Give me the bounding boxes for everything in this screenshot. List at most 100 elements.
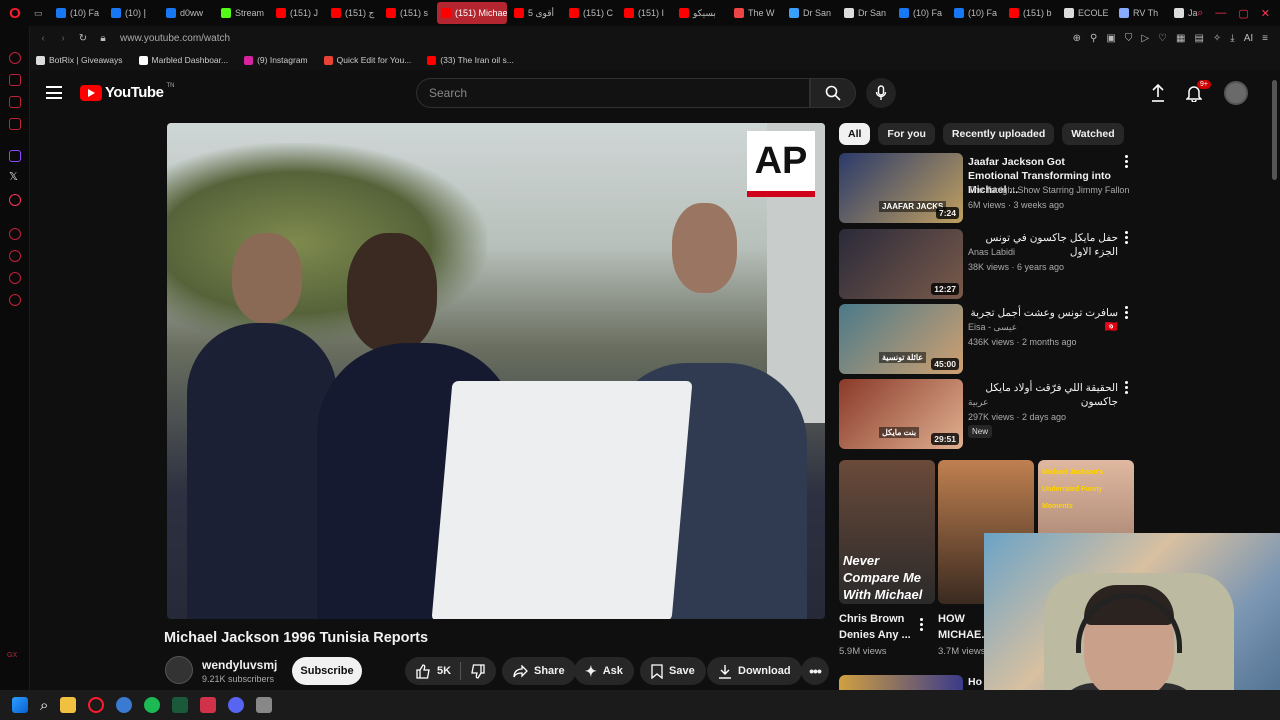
xbox-icon[interactable] (172, 697, 189, 713)
search-tabs-icon[interactable]: ⌕ (1197, 7, 1203, 20)
browser-tab[interactable]: (10) Fa (895, 2, 947, 24)
filter-chip[interactable]: Watched (1062, 123, 1124, 145)
video-player[interactable]: AP (167, 123, 825, 619)
account-avatar[interactable] (1224, 81, 1248, 105)
video-thumbnail[interactable]: JAAFAR JACKS 7:24 (839, 153, 963, 223)
recommended-video[interactable]: عائلة تونسية 45:00 سافرت تونس وعشت أجمل تج… (839, 304, 1134, 374)
channel-name[interactable]: wendyluvsmj (202, 658, 277, 672)
pin-icon[interactable]: ⚲ (1090, 33, 1097, 44)
more-vertical-icon[interactable] (1123, 306, 1129, 319)
channel-name[interactable]: The Tonight Show Starring Jimmy Fallon (968, 185, 1129, 195)
sidebar-gx-icon[interactable]: GX (7, 652, 17, 659)
more-vertical-icon[interactable] (920, 618, 923, 631)
app-icon[interactable] (200, 697, 217, 713)
sidebar-instagram-icon[interactable] (9, 118, 21, 130)
browser-tab[interactable]: (151) ج (327, 2, 379, 24)
spotify-icon[interactable] (144, 697, 161, 713)
search-icon[interactable]: ⌕ (40, 697, 48, 714)
browser-tab[interactable]: (10) Fa (950, 2, 1002, 24)
recommended-video[interactable]: 12:27 حفل مايكل جاكسون في تونس الجزء الاو… (839, 229, 1134, 299)
sidebar-history-icon[interactable] (9, 250, 21, 262)
browser-tab[interactable]: Stream (217, 2, 269, 24)
save-button[interactable]: Save (640, 657, 706, 685)
menu-icon[interactable]: ≡ (1262, 33, 1268, 44)
video-thumbnail[interactable]: عائلة تونسية 45:00 (839, 304, 963, 374)
opera-gx-icon[interactable] (88, 697, 105, 713)
zoom-icon[interactable]: ⊕ (1073, 33, 1081, 44)
browser-tab[interactable]: (151) s (382, 2, 434, 24)
recommended-video[interactable]: بنت مايكل 29:51 الحقيقة اللي فرّقت أولاد م… (839, 379, 1134, 449)
filter-chip[interactable]: For you (878, 123, 935, 145)
browser-tab[interactable]: Dr San (785, 2, 837, 24)
browser-tab[interactable]: إ (10) (107, 2, 159, 24)
thumbs-down-icon[interactable] (470, 663, 485, 679)
browser-tab[interactable]: RV Th (1115, 2, 1167, 24)
reload-icon[interactable]: ↻ (76, 33, 90, 44)
browser-tab[interactable]: ECOLE (1060, 2, 1112, 24)
forward-icon[interactable]: › (56, 33, 70, 44)
file-explorer-icon[interactable] (60, 697, 77, 713)
minimize-icon[interactable]: — (1215, 7, 1226, 19)
sidebar-clock-icon[interactable] (9, 228, 21, 240)
back-icon[interactable]: ‹ (36, 33, 50, 44)
video-thumbnail[interactable]: 12:27 (839, 229, 963, 299)
channel-name[interactable]: عربية (968, 397, 988, 408)
search-input[interactable]: Search (416, 78, 810, 108)
channel-name[interactable]: Eisa - عيسى (968, 322, 1017, 333)
browser-tab[interactable]: (10) Fa (52, 2, 104, 24)
short-title[interactable]: Chris Brown Denies Any ... (839, 611, 917, 643)
download-button[interactable]: Download (707, 657, 802, 685)
channel-name[interactable]: Anas Labidi (968, 247, 1015, 257)
filter-chip[interactable]: Recently uploaded (942, 123, 1055, 145)
discord-icon[interactable] (228, 697, 245, 713)
like-button[interactable]: 5K (416, 663, 451, 679)
url-field[interactable]: www.youtube.com/watch (120, 33, 230, 44)
app-icon[interactable] (116, 697, 133, 713)
maximize-icon[interactable]: ▢ (1238, 7, 1248, 20)
browser-tab[interactable]: (151) C (565, 2, 617, 24)
more-vertical-icon[interactable] (1123, 155, 1129, 168)
sidebar-twitch-icon[interactable] (9, 150, 21, 162)
page-scrollbar[interactable] (1272, 80, 1277, 180)
sidebar-speed-dial-icon[interactable] (9, 52, 21, 64)
opera-logo-icon[interactable]: O (0, 0, 30, 26)
heart-icon[interactable]: ♡ (1158, 33, 1167, 44)
filter-chip[interactable]: All (839, 123, 871, 145)
recommended-video[interactable]: JAAFAR JACKS 7:24 Jaafar Jackson Got Emoti… (839, 153, 1134, 223)
browser-tab[interactable]: (151) b (1005, 2, 1057, 24)
browser-tab[interactable]: Dr San (840, 2, 892, 24)
bookmark-item[interactable]: Marbled Dashboar... (138, 55, 228, 65)
more-vertical-icon[interactable] (1123, 381, 1129, 394)
video-title-partial[interactable]: Ho (968, 676, 982, 688)
bookmark-item[interactable]: (9) Instagram (244, 55, 308, 65)
calculator-icon[interactable] (256, 697, 273, 713)
bookmark-item[interactable]: Quick Edit for You... (323, 55, 411, 65)
voice-search-button[interactable] (866, 78, 896, 108)
search-button[interactable] (810, 78, 856, 108)
browser-tab[interactable]: (151) I (620, 2, 672, 24)
sidebar-settings-icon[interactable] (9, 294, 21, 306)
more-vertical-icon[interactable] (1123, 231, 1129, 244)
sidebar-messenger-icon[interactable] (9, 96, 21, 108)
browser-tab[interactable]: بسيكو (675, 2, 727, 24)
share-button[interactable]: Share (502, 657, 576, 685)
sidebar-bag-icon[interactable] (9, 74, 21, 86)
shield-icon[interactable]: ⛉ (1125, 33, 1133, 44)
puzzle-icon[interactable]: ✧ (1213, 33, 1221, 44)
more-actions-button[interactable]: ••• (801, 657, 829, 685)
play-icon[interactable]: ▷ (1141, 33, 1149, 44)
sidebar-music-icon[interactable] (9, 194, 21, 206)
browser-tab[interactable]: d0ww (162, 2, 214, 24)
bookmark-item[interactable]: (33) The Iran oil s... (427, 55, 514, 65)
ask-button[interactable]: ✦ Ask (574, 657, 634, 685)
download-icon[interactable]: ⤓ (1230, 33, 1234, 44)
browser-tab[interactable]: (151) J (272, 2, 324, 24)
windows-start-icon[interactable] (12, 697, 28, 713)
extension-icon[interactable]: ▦ (1176, 33, 1185, 44)
short-thumbnail[interactable]: Never Compare Me With Michael (839, 460, 935, 604)
hamburger-menu-icon[interactable] (46, 86, 62, 99)
wallet-icon[interactable]: ▤ (1194, 33, 1203, 44)
subscribe-button[interactable]: Subscribe (292, 657, 362, 685)
tab-workspace-icon[interactable]: ▭ (30, 2, 52, 24)
video-title[interactable]: الحقيقة اللي فرّقت أولاد مايكل جاكسون (968, 381, 1118, 409)
